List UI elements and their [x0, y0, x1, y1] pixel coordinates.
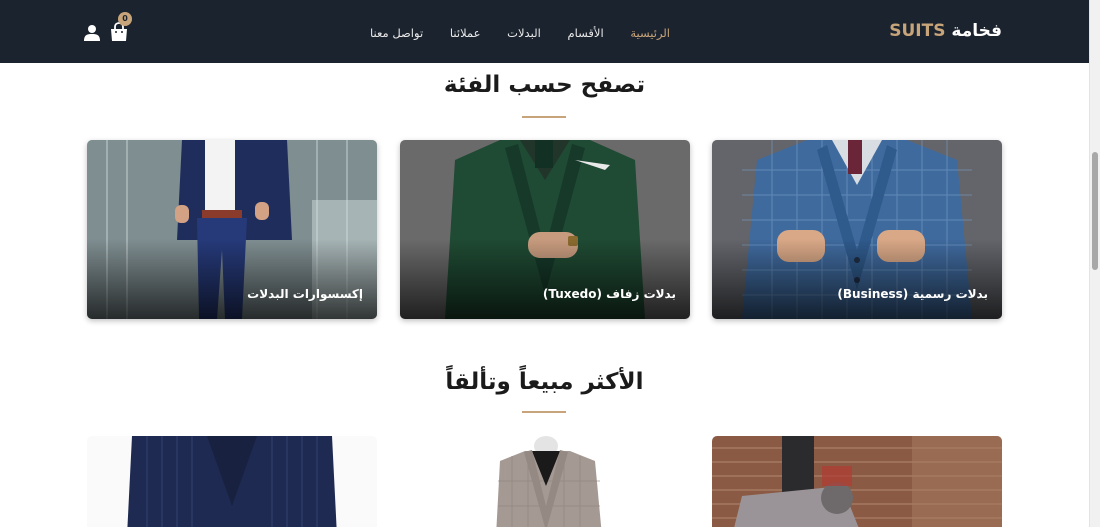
nav-link-clients[interactable]: عملائنا [450, 26, 481, 40]
category-overlay [87, 239, 377, 319]
cart-count-badge: 0 [118, 12, 132, 26]
product-card[interactable] [712, 436, 1002, 527]
nav-link-contact[interactable]: تواصل معنا [370, 26, 423, 40]
page-scrollbar[interactable] [1089, 0, 1100, 527]
product-card[interactable] [400, 436, 690, 527]
categories-title: تصفح حسب الفئة [443, 72, 646, 98]
navbar: فخامة SUITS الرئيسية الأقسام البدلات عمل… [0, 0, 1089, 63]
product-image [712, 436, 1002, 527]
nav-link-categories[interactable]: الأقسام [568, 26, 604, 40]
product-card[interactable] [87, 436, 377, 527]
bestsellers-title: الأكثر مبيعاً وتألقاً [445, 369, 644, 395]
category-overlay [400, 239, 690, 319]
category-card-tuxedo[interactable]: بدلات زفاف (Tuxedo) [400, 140, 690, 319]
category-label-tuxedo: بدلات زفاف (Tuxedo) [542, 287, 676, 301]
brand-logo[interactable]: فخامة SUITS [889, 21, 1002, 45]
brand-name: فخامة [951, 21, 1002, 41]
categories-title-underline [522, 116, 566, 118]
bestsellers-title-underline [522, 411, 566, 413]
page: فخامة SUITS الرئيسية الأقسام البدلات عمل… [0, 0, 1089, 527]
user-icon[interactable] [84, 24, 100, 42]
nav-link-suits[interactable]: البدلات [507, 26, 541, 40]
nav-link-home[interactable]: الرئيسية [630, 26, 670, 40]
brand-accent: SUITS [889, 21, 946, 41]
main-nav: الرئيسية الأقسام البدلات عملائنا تواصل م… [370, 23, 670, 43]
category-overlay [712, 239, 1002, 319]
category-card-accessories[interactable]: إكسسوارات البدلات [87, 140, 377, 319]
category-card-business[interactable]: بدلات رسمية (Business) [712, 140, 1002, 319]
product-image [87, 436, 377, 527]
category-label-business: بدلات رسمية (Business) [837, 287, 988, 301]
scrollbar-thumb[interactable] [1092, 152, 1098, 270]
product-image [400, 436, 690, 527]
category-label-accessories: إكسسوارات البدلات [247, 287, 363, 301]
